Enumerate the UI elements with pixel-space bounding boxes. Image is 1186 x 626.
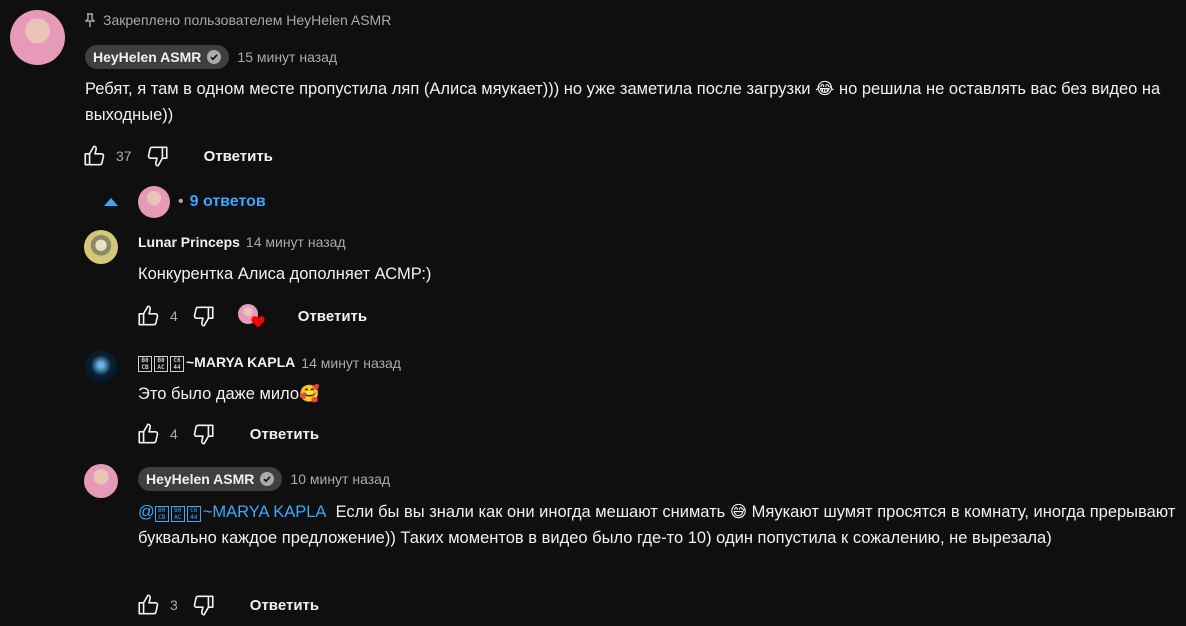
like-icon[interactable] — [82, 143, 108, 169]
verified-icon — [207, 50, 222, 64]
reply-author-name: ~MARYA KAPLA — [186, 354, 296, 370]
creator-reply-avatar — [138, 186, 170, 218]
glyph-box: B0 CB — [138, 356, 152, 372]
glyph-box: B0 AC — [170, 506, 185, 522]
like-icon[interactable] — [136, 421, 162, 447]
reply-author: HeyHelen ASMR — [146, 471, 255, 487]
reply-button[interactable]: Ответить — [250, 426, 319, 443]
reply-avatar[interactable] — [84, 230, 118, 264]
glyph-box: C6 44 — [170, 356, 184, 372]
reply-actions: 4 Ответить — [136, 420, 319, 448]
like-icon[interactable] — [136, 592, 162, 618]
like-icon[interactable] — [136, 303, 162, 329]
comment-text: Ребят, я там в одном месте пропустила ля… — [85, 80, 1161, 124]
reply-text: @ B0 CBB0 ACC6 44 ~MARYA KAPLA Если бы вы зна… — [138, 499, 1178, 551]
glyph-box: B0 AC — [154, 356, 168, 372]
author-name: HeyHelen ASMR — [93, 49, 202, 65]
mention-name: ~MARYA KAPLA — [202, 503, 327, 521]
reply-actions: 4 Ответить — [136, 302, 367, 330]
reply-time[interactable]: 10 минут назад — [290, 471, 390, 487]
pin-icon — [85, 13, 95, 27]
reply-text: Конкурентка Алиса дополняет АСМР:) — [138, 265, 432, 283]
reply-time[interactable]: 14 минут назад — [301, 355, 401, 371]
comment-actions: 37 Ответить — [82, 142, 273, 170]
heart-icon — [251, 316, 265, 328]
dislike-icon[interactable] — [144, 143, 170, 169]
pinned-label: Закреплено пользователем HeyHelen ASMR — [85, 12, 391, 28]
like-count: 4 — [170, 426, 178, 442]
reply-button[interactable]: Ответить — [298, 308, 367, 325]
like-count: 3 — [170, 597, 178, 613]
separator-dot: • — [178, 193, 184, 210]
author-chip[interactable]: HeyHelen ASMR — [138, 467, 283, 491]
reply-actions: 3 Ответить — [136, 591, 319, 619]
reply-text: Это было даже мило🥰 — [138, 385, 320, 403]
user-mention[interactable]: @ B0 CBB0 ACC6 44 ~MARYA KAPLA — [138, 503, 327, 522]
author-chip[interactable]: HeyHelen ASMR — [85, 45, 230, 69]
reply-avatar[interactable] — [84, 464, 118, 498]
reply-avatar[interactable] — [84, 350, 118, 384]
dislike-icon[interactable] — [190, 303, 216, 329]
glyph-box: B0 CB — [154, 506, 169, 522]
pinned-text: Закреплено пользователем HeyHelen ASMR — [103, 12, 392, 28]
reply-time[interactable]: 14 минут назад — [246, 234, 346, 250]
replies-count-link[interactable]: 9 ответов — [190, 193, 266, 211]
like-count: 37 — [116, 148, 132, 164]
creator-heart — [237, 303, 268, 329]
dislike-icon[interactable] — [190, 421, 216, 447]
comment-time[interactable]: 15 минут назад — [237, 49, 337, 65]
reply-author[interactable]: Lunar Princeps — [138, 234, 240, 250]
caret-up-icon — [104, 198, 118, 206]
like-count: 4 — [170, 308, 178, 324]
verified-icon — [260, 472, 275, 486]
replies-toggle[interactable]: • 9 ответов — [104, 186, 266, 218]
reply-button[interactable]: Ответить — [250, 597, 319, 614]
author-avatar[interactable] — [10, 10, 65, 65]
reply-button[interactable]: Ответить — [204, 148, 273, 165]
reply-author[interactable]: B0 CBB0 ACC6 44 ~MARYA KAPLA — [138, 354, 295, 372]
dislike-icon[interactable] — [190, 592, 216, 618]
glyph-box: C6 44 — [186, 506, 201, 522]
